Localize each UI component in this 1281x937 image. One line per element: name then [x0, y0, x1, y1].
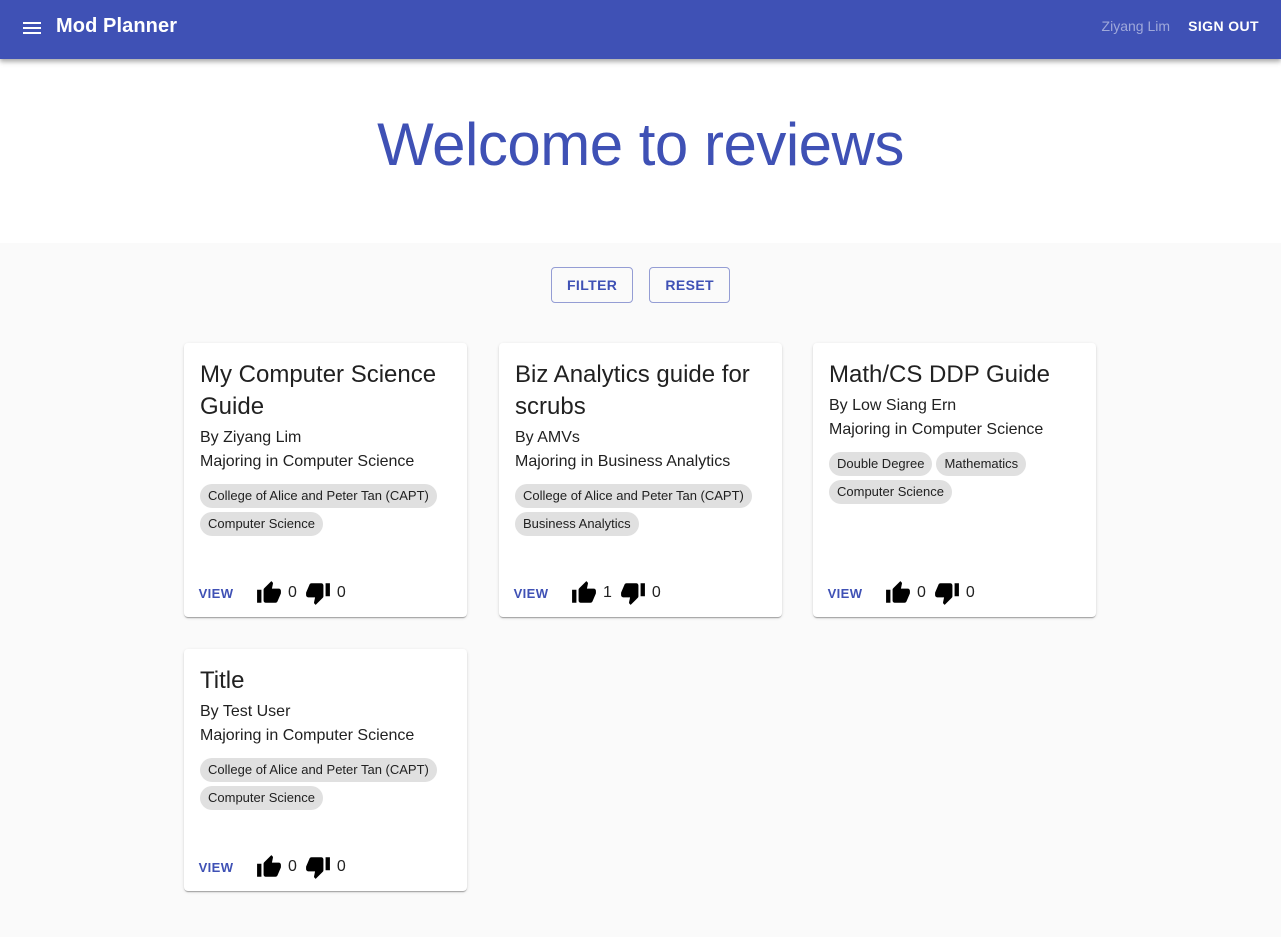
thumb-up-icon[interactable]: [571, 580, 597, 606]
tag-list: College of Alice and Peter Tan (CAPT) Com…: [200, 758, 450, 810]
tag-chip: College of Alice and Peter Tan (CAPT): [200, 758, 437, 782]
view-button[interactable]: VIEW: [507, 577, 555, 609]
card-actions: VIEW 0 0: [821, 577, 975, 609]
like-count: 1: [603, 584, 612, 601]
dislike-count: 0: [651, 584, 661, 601]
thumb-up-icon[interactable]: [885, 580, 911, 606]
review-author: By Test User: [200, 703, 291, 720]
dislike-count: 0: [965, 584, 975, 601]
dislike-control: 0: [305, 580, 346, 606]
review-title: Title: [200, 667, 245, 694]
review-author: By Ziyang Lim: [200, 429, 302, 446]
tag-chip: Mathematics: [936, 452, 1027, 476]
user-name: Ziyang Lim: [1101, 18, 1170, 34]
page-title: Welcome to reviews: [377, 111, 904, 178]
view-button[interactable]: VIEW: [821, 577, 869, 609]
hero-section: Welcome to reviews: [0, 59, 1281, 243]
dislike-control: 0: [620, 580, 661, 606]
view-button[interactable]: VIEW: [192, 851, 240, 883]
app-title: Mod Planner: [56, 15, 178, 37]
thumb-down-icon[interactable]: [305, 580, 331, 606]
app-bar: Mod Planner Ziyang Lim SIGN OUT: [0, 0, 1281, 59]
review-card: Math/CS DDP Guide By Low Siang Ern Major…: [813, 343, 1096, 617]
menu-button[interactable]: [14, 10, 50, 46]
dislike-control: 0: [934, 580, 975, 606]
like-count: 0: [917, 584, 926, 601]
review-title: Math/CS DDP Guide: [829, 361, 1050, 388]
review-author: By AMVs: [515, 429, 580, 446]
dislike-count: 0: [336, 584, 346, 601]
filter-button[interactable]: FILTER: [550, 267, 634, 303]
card-actions: VIEW 0 0: [192, 577, 346, 609]
dislike-count: 0: [336, 858, 346, 875]
card-content: Biz Analytics guide for scrubs By AMVs M…: [499, 343, 782, 536]
card-actions: VIEW 1 0: [507, 577, 661, 609]
thumb-down-icon[interactable]: [934, 580, 960, 606]
thumb-down-icon[interactable]: [620, 580, 646, 606]
like-count: 0: [288, 858, 297, 875]
tag-list: College of Alice and Peter Tan (CAPT) Bus…: [515, 484, 765, 536]
review-major: Majoring in Computer Science: [200, 727, 415, 744]
like-count: 0: [288, 584, 297, 601]
tag-chip: Computer Science: [200, 786, 323, 810]
filter-controls: FILTER RESET: [0, 267, 1281, 303]
tag-list: College of Alice and Peter Tan (CAPT) Com…: [200, 484, 450, 536]
tag-chip: Computer Science: [200, 512, 323, 536]
review-card: Title By Test User Majoring in Computer …: [184, 649, 467, 891]
thumb-down-icon[interactable]: [305, 854, 331, 880]
menu-icon: [23, 22, 41, 34]
review-major: Majoring in Computer Science: [200, 453, 415, 470]
tag-chip: Double Degree: [829, 452, 933, 476]
review-major: Majoring in Business Analytics: [515, 453, 731, 470]
review-major: Majoring in Computer Science: [829, 421, 1044, 438]
like-control: 0: [885, 580, 926, 606]
review-title: My Computer Science Guide: [200, 361, 437, 420]
card-actions: VIEW 0 0: [192, 851, 346, 883]
sign-out-button[interactable]: SIGN OUT: [1180, 10, 1267, 42]
tag-chip: College of Alice and Peter Tan (CAPT): [515, 484, 752, 508]
tag-chip: Business Analytics: [515, 512, 639, 536]
tag-chip: Computer Science: [829, 480, 952, 504]
dislike-control: 0: [305, 854, 346, 880]
tag-chip: College of Alice and Peter Tan (CAPT): [200, 484, 437, 508]
review-author: By Low Siang Ern: [829, 397, 957, 414]
card-content: Math/CS DDP Guide By Low Siang Ern Major…: [813, 343, 1096, 504]
like-control: 0: [256, 854, 297, 880]
card-content: My Computer Science Guide By Ziyang Lim …: [184, 343, 467, 536]
card-content: Title By Test User Majoring in Computer …: [184, 649, 467, 810]
view-button[interactable]: VIEW: [192, 577, 240, 609]
like-control: 0: [256, 580, 297, 606]
reset-button[interactable]: RESET: [649, 267, 731, 303]
thumb-up-icon[interactable]: [256, 854, 282, 880]
tag-list: Double Degree Mathematics Computer Science: [829, 452, 1079, 504]
review-card: Biz Analytics guide for scrubs By AMVs M…: [499, 343, 782, 617]
review-title: Biz Analytics guide for scrubs: [515, 361, 750, 420]
thumb-up-icon[interactable]: [256, 580, 282, 606]
review-card: My Computer Science Guide By Ziyang Lim …: [184, 343, 467, 617]
like-control: 1: [571, 580, 612, 606]
